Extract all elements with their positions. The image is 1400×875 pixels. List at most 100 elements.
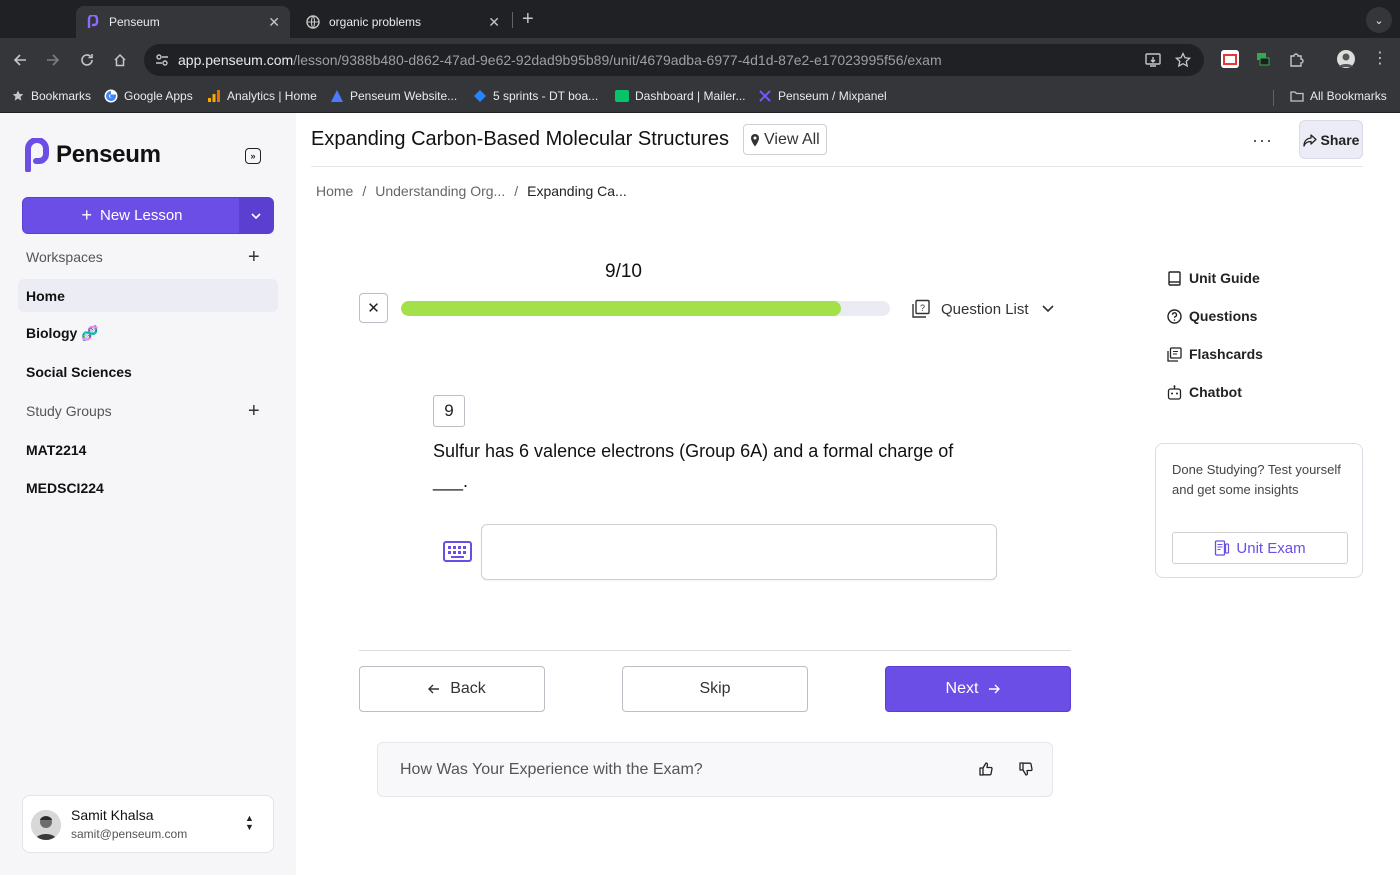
sidebar-item-mat2214[interactable]: MAT2214 bbox=[18, 433, 278, 466]
answer-input[interactable] bbox=[481, 524, 997, 580]
thumbs-down-icon[interactable] bbox=[1019, 762, 1033, 776]
home-icon[interactable] bbox=[109, 49, 131, 71]
questions-label: Questions bbox=[1189, 308, 1258, 324]
google-icon bbox=[104, 89, 118, 103]
question-list-dropdown[interactable]: ? Question List bbox=[911, 299, 1054, 319]
site-settings-icon[interactable] bbox=[154, 52, 170, 68]
share-button[interactable]: Share bbox=[1299, 120, 1363, 159]
sidebar-item-medsci224[interactable]: MEDSCI224 bbox=[18, 471, 278, 504]
arrow-left-icon bbox=[428, 681, 440, 697]
flashcards-icon bbox=[1167, 346, 1182, 362]
close-tab-icon[interactable]: ✕ bbox=[268, 14, 280, 31]
progress-bar bbox=[401, 301, 890, 316]
chevron-down-icon[interactable] bbox=[239, 198, 273, 233]
star-icon bbox=[11, 89, 25, 103]
add-workspace-icon[interactable]: + bbox=[248, 247, 260, 267]
study-groups-heading: Study Groups bbox=[26, 403, 112, 419]
add-study-group-icon[interactable]: + bbox=[248, 401, 260, 421]
questions-link[interactable]: Questions bbox=[1167, 308, 1257, 324]
bookmark-label: Penseum Website... bbox=[350, 89, 458, 103]
tab-search-chevron-icon[interactable]: ⌄ bbox=[1366, 7, 1392, 33]
install-app-icon[interactable] bbox=[1145, 52, 1161, 68]
breadcrumb-unit[interactable]: Understanding Org... bbox=[375, 183, 505, 199]
svg-text:?: ? bbox=[920, 303, 925, 313]
browser-tab-bar: Penseum ✕ organic problems ✕ + ⌄ bbox=[0, 0, 1400, 38]
avatar bbox=[31, 810, 61, 840]
browser-menu-icon[interactable]: ⋮ bbox=[1371, 50, 1389, 68]
next-button[interactable]: Next bbox=[885, 666, 1071, 712]
chatbot-link[interactable]: Chatbot bbox=[1167, 384, 1242, 400]
profile-avatar-icon[interactable] bbox=[1337, 50, 1355, 68]
new-lesson-button[interactable]: + New Lesson bbox=[22, 197, 274, 234]
back-arrow-icon[interactable] bbox=[9, 49, 31, 71]
exam-footer-divider bbox=[359, 650, 1071, 651]
back-button[interactable]: Back bbox=[359, 666, 545, 712]
tab-label: Penseum bbox=[109, 15, 160, 29]
bookmark-penseum-website[interactable]: Penseum Website... bbox=[330, 89, 457, 103]
new-lesson-main[interactable]: + New Lesson bbox=[23, 198, 241, 233]
exam-feedback-bar: How Was Your Experience with the Exam? bbox=[377, 742, 1053, 797]
bookmark-label: Dashboard | Mailer... bbox=[635, 89, 746, 103]
chevron-up-down-icon[interactable]: ▲ ▼ bbox=[245, 814, 254, 832]
new-tab-icon[interactable]: + bbox=[522, 8, 534, 31]
next-label: Next bbox=[945, 680, 979, 697]
new-lesson-label: New Lesson bbox=[99, 207, 183, 224]
folder-icon bbox=[1290, 89, 1304, 103]
penseum-website-icon bbox=[330, 89, 344, 103]
unit-exam-label: Unit Exam bbox=[1236, 539, 1306, 557]
exit-exam-close-icon[interactable]: ✕ bbox=[359, 293, 388, 323]
browser-tab-penseum[interactable]: Penseum ✕ bbox=[76, 6, 290, 38]
penseum-logo[interactable]: Penseum bbox=[24, 138, 161, 172]
unit-guide-link[interactable]: Unit Guide bbox=[1167, 270, 1260, 286]
bookmark-label: Penseum / Mixpanel bbox=[778, 89, 887, 103]
question-list-icon: ? bbox=[912, 299, 930, 318]
view-all-label: View All bbox=[764, 130, 820, 148]
bookmark-sprints[interactable]: 5 sprints - DT boa... bbox=[473, 89, 598, 103]
sidebar: Penseum » + New Lesson Workspaces + Home… bbox=[0, 113, 296, 875]
mailerlite-icon bbox=[615, 89, 629, 103]
user-account-menu[interactable]: Samit Khalsa samit@penseum.com ▲ ▼ bbox=[22, 795, 274, 853]
all-bookmarks[interactable]: All Bookmarks bbox=[1290, 89, 1387, 103]
bookmark-dashboard-mailer[interactable]: Dashboard | Mailer... bbox=[615, 89, 746, 103]
reload-icon[interactable] bbox=[76, 49, 98, 71]
question-list-label: Question List bbox=[941, 300, 1029, 318]
share-arrow-icon bbox=[1302, 133, 1317, 147]
bookmark-bookmarks[interactable]: Bookmarks bbox=[11, 89, 91, 103]
collapse-sidebar-icon[interactable]: » bbox=[245, 148, 261, 164]
browser-tab-organic[interactable]: organic problems ✕ bbox=[296, 6, 510, 38]
bookmarks-separator bbox=[1273, 90, 1274, 106]
sidebar-item-label: MEDSCI224 bbox=[26, 479, 104, 496]
bookmark-mixpanel[interactable]: Penseum / Mixpanel bbox=[758, 89, 887, 103]
extension-green-icon[interactable] bbox=[1254, 50, 1272, 68]
back-label: Back bbox=[450, 680, 486, 697]
user-email: samit@penseum.com bbox=[71, 827, 188, 841]
unit-exam-button[interactable]: Unit Exam bbox=[1172, 532, 1348, 564]
chevron-down-icon bbox=[1041, 302, 1054, 316]
globe-icon bbox=[306, 15, 320, 29]
breadcrumb-separator: / bbox=[362, 183, 367, 199]
bookmark-star-icon[interactable] bbox=[1174, 51, 1192, 68]
more-options-icon[interactable]: ··· bbox=[1252, 130, 1273, 151]
url-text: app.penseum.com/lesson/9388b480-d862-47a… bbox=[178, 52, 942, 68]
forward-arrow-icon[interactable] bbox=[42, 49, 64, 71]
bookmark-google-apps[interactable]: Google Apps bbox=[104, 89, 193, 103]
close-tab-icon[interactable]: ✕ bbox=[488, 14, 500, 31]
sidebar-item-biology[interactable]: Biology 🧬 bbox=[18, 317, 278, 350]
sidebar-item-home[interactable]: Home bbox=[18, 279, 278, 312]
view-all-button[interactable]: View All bbox=[743, 124, 827, 155]
keyboard-icon[interactable] bbox=[443, 541, 472, 562]
breadcrumb-home[interactable]: Home bbox=[316, 183, 353, 199]
bookmark-label: 5 sprints - DT boa... bbox=[493, 89, 599, 103]
extensions-puzzle-icon[interactable] bbox=[1288, 50, 1306, 68]
thumbs-up-icon[interactable] bbox=[979, 762, 993, 776]
address-bar[interactable]: app.penseum.com/lesson/9388b480-d862-47a… bbox=[144, 44, 1204, 76]
breadcrumb: Home / Understanding Org... / Expanding … bbox=[316, 183, 627, 199]
flashcards-link[interactable]: Flashcards bbox=[1167, 346, 1263, 362]
logo-text: Penseum bbox=[56, 141, 161, 168]
sidebar-item-social-sciences[interactable]: Social Sciences bbox=[18, 355, 278, 388]
flashcards-label: Flashcards bbox=[1189, 346, 1263, 362]
bookmark-analytics[interactable]: Analytics | Home bbox=[207, 89, 317, 103]
extension-red-icon[interactable] bbox=[1221, 50, 1239, 68]
question-text: Sulfur has 6 valence electrons (Group 6A… bbox=[433, 441, 954, 491]
skip-button[interactable]: Skip bbox=[622, 666, 808, 712]
